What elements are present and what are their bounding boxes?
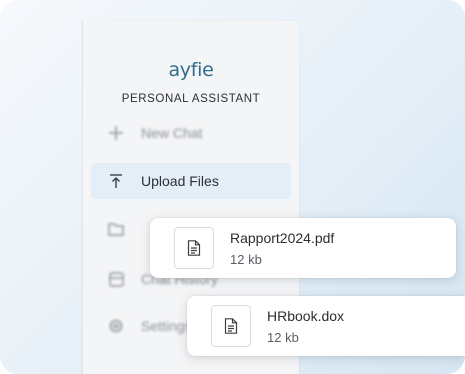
gear-icon xyxy=(91,318,141,334)
sidebar-item-upload-files[interactable]: Upload Files xyxy=(91,163,291,199)
folder-icon xyxy=(91,222,141,236)
file-card-hrbook[interactable]: HRbook.dox 12 kb xyxy=(187,296,465,356)
document-icon xyxy=(174,227,214,269)
file-size: 12 kb xyxy=(230,251,262,267)
inbox-icon xyxy=(91,271,141,287)
app-stage: ayfie PERSONAL ASSISTANT New Chat Upload… xyxy=(0,0,465,374)
file-name: Rapport2024.pdf xyxy=(230,229,335,246)
file-info: Rapport2024.pdf 12 kb xyxy=(230,230,334,267)
document-icon xyxy=(211,305,251,347)
sidebar-item-label: Upload Files xyxy=(141,173,219,189)
file-card-rapport[interactable]: Rapport2024.pdf 12 kb xyxy=(150,218,456,278)
app-subtitle: PERSONAL ASSISTANT xyxy=(121,93,261,105)
sidebar-item-new-chat[interactable]: New Chat xyxy=(91,115,291,151)
brand-logo: ayfie xyxy=(168,59,214,81)
file-size: 12 kb xyxy=(267,329,299,345)
upload-icon xyxy=(91,173,141,189)
file-name: HRbook.dox xyxy=(267,307,345,324)
sidebar-item-label: New Chat xyxy=(141,125,203,141)
file-info: HRbook.dox 12 kb xyxy=(267,308,344,345)
sidebar-item-label: Settings xyxy=(141,318,192,334)
plus-icon xyxy=(91,125,141,141)
